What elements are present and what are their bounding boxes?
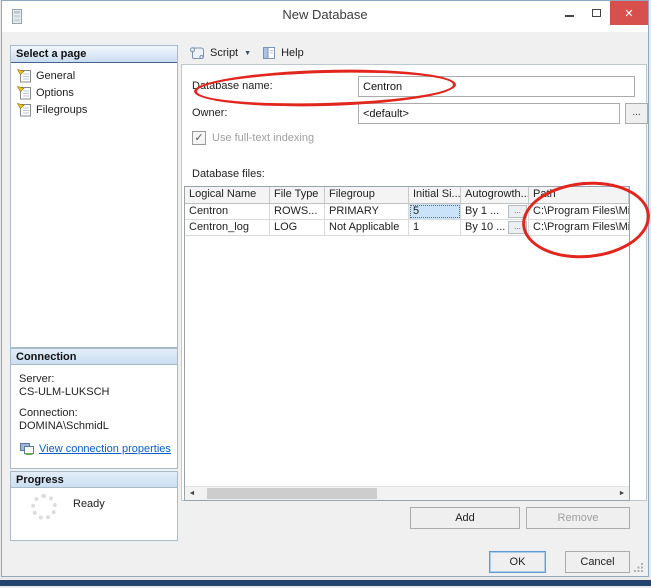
sidebar-item-filegroups[interactable]: Filegroups: [11, 101, 177, 118]
header-path: Path: [529, 187, 629, 203]
cell-initial-size-selected[interactable]: 5: [409, 204, 461, 219]
header-logical-name: Logical Name: [185, 187, 270, 203]
autogrowth-browse-button[interactable]: ...: [508, 221, 527, 234]
connection-properties-icon: [19, 442, 35, 456]
close-button[interactable]: ✕: [610, 1, 648, 25]
fulltext-checkbox[interactable]: ✓: [192, 131, 206, 145]
sidebar-item-label: General: [36, 70, 75, 82]
connection-header: Connection: [11, 349, 177, 365]
header-initial-size: Initial Si...: [409, 187, 461, 203]
cell-file-type[interactable]: ROWS...: [270, 204, 325, 219]
connection-panel: Connection Server: CS-ULM-LUKSCH Connect…: [10, 348, 178, 469]
add-button[interactable]: Add: [410, 507, 520, 529]
table-row: Centron ROWS... PRIMARY 5 By 1 ...... C:…: [185, 204, 629, 220]
scrollbar-thumb[interactable]: [207, 488, 377, 499]
resize-grip[interactable]: [634, 562, 644, 572]
autogrowth-browse-button[interactable]: ...: [508, 205, 527, 218]
sidebar-item-general[interactable]: General: [11, 67, 177, 84]
cell-initial-size[interactable]: 1: [409, 220, 461, 235]
table-row: Centron_log LOG Not Applicable 1 By 10 .…: [185, 220, 629, 236]
header-autogrowth: Autogrowth...: [461, 187, 529, 203]
header-file-type: File Type: [270, 187, 325, 203]
connection-body: Server: CS-ULM-LUKSCH Connection: DOMINA…: [11, 365, 177, 456]
progress-body: Ready: [11, 488, 177, 540]
database-name-input[interactable]: [358, 76, 635, 97]
cell-autogrowth[interactable]: By 1 ......: [461, 204, 529, 219]
owner-label: Owner:: [192, 107, 227, 119]
sidebar-item-label: Filegroups: [36, 104, 87, 116]
minimize-button[interactable]: [556, 1, 583, 25]
help-icon: [261, 45, 277, 61]
fulltext-label: Use full-text indexing: [212, 132, 314, 144]
sidebar-item-label: Options: [36, 87, 74, 99]
owner-browse-button[interactable]: ...: [625, 103, 648, 124]
cell-filegroup[interactable]: Not Applicable: [325, 220, 409, 235]
sidebar-item-options[interactable]: Options: [11, 84, 177, 101]
ok-button[interactable]: OK: [489, 551, 546, 573]
cancel-button[interactable]: Cancel: [565, 551, 630, 573]
cell-file-type[interactable]: LOG: [270, 220, 325, 235]
dialog-toolbar: Script ▼ Help: [185, 43, 307, 63]
cell-logical-name[interactable]: Centron: [185, 204, 270, 219]
view-connection-properties-link[interactable]: View connection properties: [39, 443, 171, 456]
cell-autogrowth[interactable]: By 10 ......: [461, 220, 529, 235]
script-label: Script: [210, 47, 238, 59]
header-filegroup: Filegroup: [325, 187, 409, 203]
database-name-label: Database name:: [192, 80, 273, 92]
script-icon: [188, 45, 206, 61]
owner-input[interactable]: [358, 103, 620, 124]
grid-header-row: Logical Name File Type Filegroup Initial…: [185, 187, 629, 204]
title-bar[interactable]: New Database ✕: [2, 1, 648, 32]
progress-spinner-icon: [31, 494, 57, 520]
progress-header: Progress: [11, 472, 177, 488]
window-controls: ✕: [556, 1, 648, 25]
background-window-edge: [0, 580, 651, 586]
screen: New Database ✕ Select a page General Opt…: [0, 0, 651, 588]
cell-logical-name[interactable]: Centron_log: [185, 220, 270, 235]
cell-path[interactable]: C:\Program Files\Micros: [529, 220, 629, 235]
progress-status: Ready: [73, 498, 105, 510]
page-icon: [17, 103, 32, 117]
cell-filegroup[interactable]: PRIMARY: [325, 204, 409, 219]
server-label: Server:: [19, 373, 177, 386]
page-icon: [17, 86, 32, 100]
script-button[interactable]: Script ▼: [185, 44, 254, 62]
connection-value: DOMINA\SchmidL: [19, 420, 177, 433]
window-title: New Database: [2, 7, 648, 22]
page-tree: General Options Filegroups: [11, 63, 177, 118]
help-button[interactable]: Help: [258, 44, 307, 62]
connection-label: Connection:: [19, 407, 177, 420]
scroll-right-arrow[interactable]: ►: [615, 487, 629, 500]
progress-panel: Progress Ready: [10, 471, 178, 541]
server-value: CS-ULM-LUKSCH: [19, 386, 177, 399]
horizontal-scrollbar[interactable]: ◄ ►: [185, 486, 629, 500]
page-icon: [17, 69, 32, 83]
select-page-panel: Select a page General Options Filegroups: [10, 45, 178, 348]
database-files-label: Database files:: [192, 168, 265, 180]
new-database-dialog: New Database ✕ Select a page General Opt…: [1, 0, 649, 577]
select-page-header: Select a page: [11, 46, 177, 63]
help-label: Help: [281, 47, 304, 59]
scroll-left-arrow[interactable]: ◄: [185, 487, 199, 500]
cell-path[interactable]: C:\Program Files\Micros: [529, 204, 629, 219]
maximize-button[interactable]: [583, 1, 610, 25]
remove-button[interactable]: Remove: [526, 507, 630, 529]
database-files-grid: Logical Name File Type Filegroup Initial…: [184, 186, 630, 501]
script-dropdown-icon[interactable]: ▼: [244, 50, 251, 57]
